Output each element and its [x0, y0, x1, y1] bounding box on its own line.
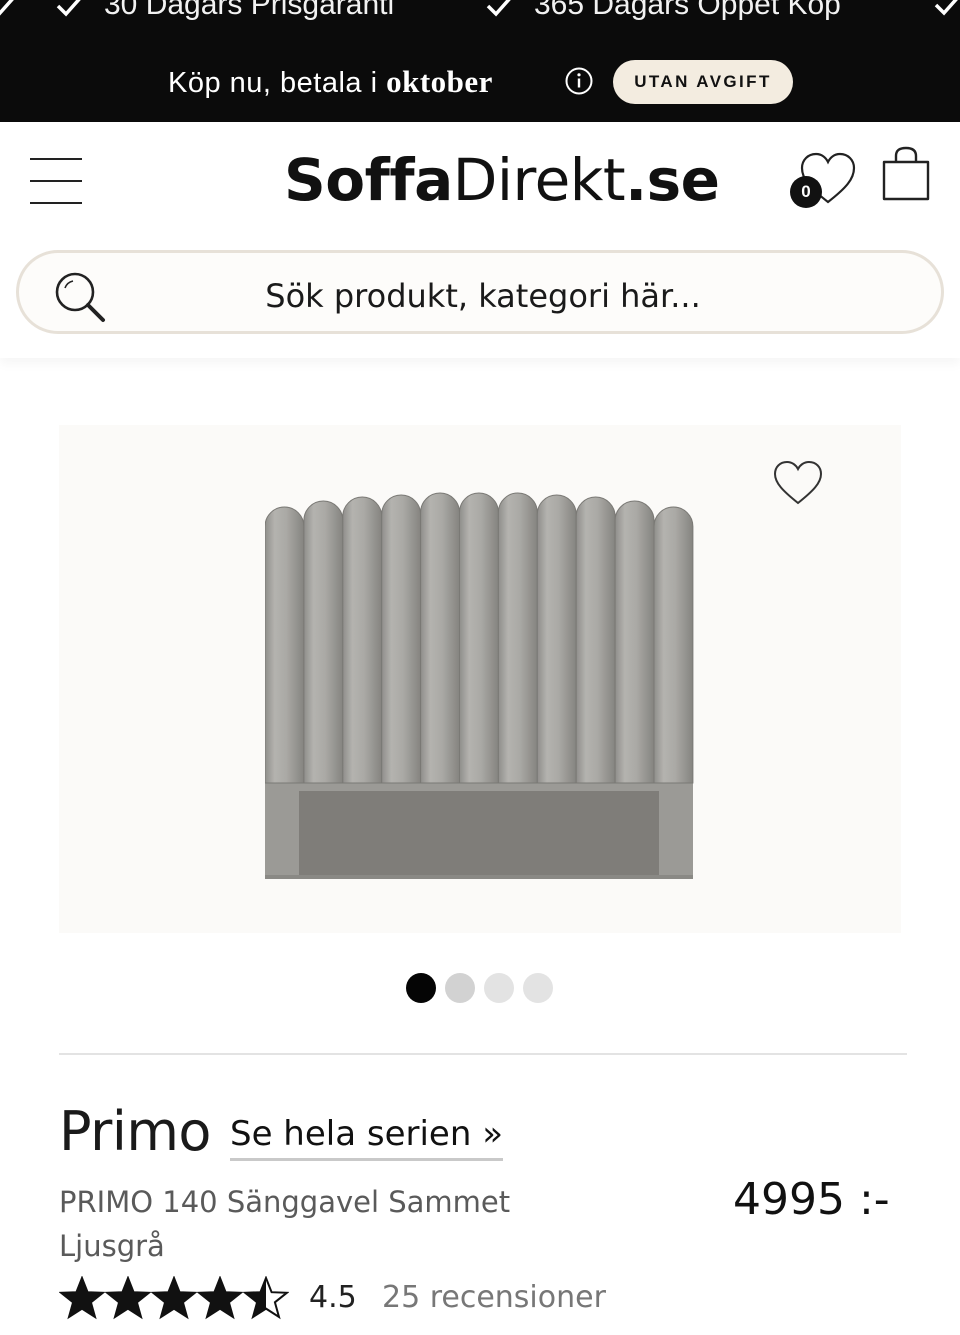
rating-stars[interactable] — [59, 1276, 289, 1320]
site-header: SoffaDirekt.se 0 Sök produkt, kategori h… — [0, 122, 960, 358]
product-price: 4995 :- — [733, 1174, 890, 1225]
headboard-channel — [536, 494, 577, 784]
rating-value: 4.5 — [309, 1280, 357, 1315]
usp-item — [932, 0, 960, 20]
headboard-channel — [459, 492, 499, 784]
menu-button[interactable] — [30, 158, 82, 204]
product-image-gallery[interactable] — [59, 425, 901, 933]
product-title: PRIMO 140 Sänggavel Sammet Ljusgrå — [59, 1185, 511, 1263]
logo-part: Direkt — [452, 146, 626, 214]
add-to-wishlist-icon[interactable] — [772, 459, 824, 507]
usp-item — [0, 0, 20, 20]
star-icon — [59, 1276, 105, 1320]
headboard-channel — [575, 496, 616, 784]
payment-promo[interactable]: Köp nu, betala i oktober UTAN AVGIFT — [0, 58, 960, 106]
headboard-channel — [303, 500, 344, 784]
star-icon — [105, 1276, 151, 1320]
logo-part: .se — [625, 146, 720, 214]
shopping-bag-icon[interactable] — [880, 146, 932, 202]
gallery-dot[interactable] — [523, 973, 553, 1003]
usp-label: 365 Dagars Öppet Köp — [534, 0, 841, 21]
checkmark-icon — [934, 0, 958, 16]
checkmark-icon — [56, 0, 81, 17]
menu-icon-bar — [30, 202, 82, 204]
reviews-link[interactable]: 25 recensioner — [382, 1280, 606, 1315]
star-icon — [243, 1276, 289, 1320]
gallery-pagination — [406, 973, 556, 1005]
menu-icon-bar — [30, 158, 82, 160]
usp-row: 30 Dagars Prisgaranti 365 Dagars Öppet K… — [0, 0, 960, 22]
headboard-channel — [420, 492, 460, 784]
wishlist-button[interactable]: 0 — [790, 150, 860, 210]
logo-part: Soffa — [284, 146, 453, 214]
payment-promo-text: Köp nu, betala i oktober — [168, 64, 493, 100]
payment-promo-prefix: Köp nu, betala i — [168, 67, 387, 99]
headboard-channel — [342, 496, 383, 784]
headboard-channel — [614, 500, 655, 784]
usp-item-price-guarantee: 30 Dagars Prisgaranti — [54, 0, 394, 22]
search-input[interactable]: Sök produkt, kategori här... — [19, 277, 947, 315]
site-logo[interactable]: SoffaDirekt.se — [284, 146, 720, 214]
headboard-channel — [265, 506, 305, 784]
announcement-bar: 30 Dagars Prisgaranti 365 Dagars Öppet K… — [0, 0, 960, 122]
headboard-channel — [653, 506, 694, 784]
usp-item-open-purchase: 365 Dagars Öppet Köp — [484, 0, 841, 22]
view-series-link[interactable]: Se hela serien » — [230, 1114, 503, 1161]
star-icon — [197, 1276, 243, 1320]
headboard-channel — [497, 492, 538, 784]
divider — [59, 1053, 907, 1055]
wishlist-count-badge: 0 — [790, 176, 822, 208]
menu-icon-bar — [30, 180, 82, 182]
headboard-channel — [381, 494, 422, 784]
gallery-dot[interactable] — [406, 973, 436, 1003]
payment-promo-month: oktober — [386, 64, 493, 99]
product-image — [265, 492, 694, 879]
product-series-name: Primo — [59, 1100, 211, 1163]
gallery-dot[interactable] — [445, 973, 475, 1003]
gallery-dot[interactable] — [484, 973, 514, 1003]
usp-label: 30 Dagars Prisgaranti — [104, 0, 395, 21]
checkmark-icon — [0, 0, 14, 16]
star-icon — [151, 1276, 197, 1320]
search-bar[interactable]: Sök produkt, kategori här... — [16, 250, 944, 334]
checkmark-icon — [486, 0, 511, 17]
info-icon[interactable] — [564, 66, 594, 96]
no-fee-badge[interactable]: UTAN AVGIFT — [613, 60, 793, 104]
